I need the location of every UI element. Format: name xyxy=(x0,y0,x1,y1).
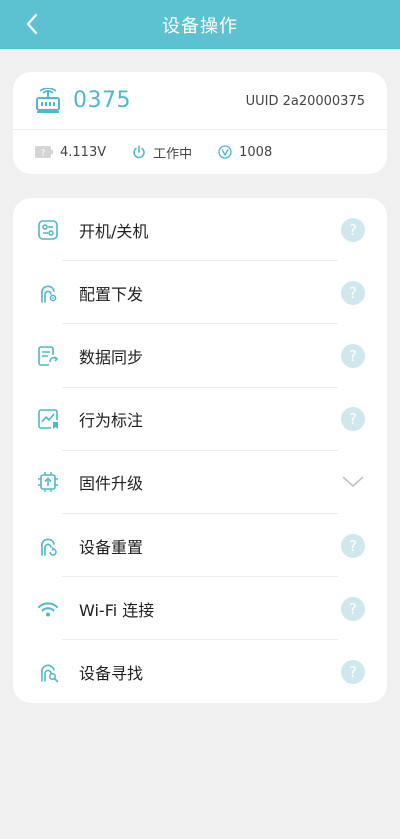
device-stats: ? 4.113V 工作中 1008 xyxy=(13,130,387,174)
menu-item-label: 开机/关机 xyxy=(79,221,149,241)
operations-menu: 开机/关机 ? 配置下发 ? 数据同步 ? 行为标注 ? 固件升级 设备重置 ?… xyxy=(13,198,387,703)
help-icon[interactable]: ? xyxy=(341,217,365,242)
help-icon[interactable]: ? xyxy=(341,343,365,368)
help-icon[interactable]: ? xyxy=(341,407,365,432)
device-reset-icon xyxy=(41,538,57,556)
app-header: 设备操作 xyxy=(0,0,400,49)
menu-item-behavior[interactable]: 行为标注 ? xyxy=(13,388,387,451)
help-icon[interactable]: ? xyxy=(341,659,365,684)
menu-item-label: 设备重置 xyxy=(79,537,144,557)
data-sync-icon xyxy=(38,346,59,366)
menu-item-sync[interactable]: 数据同步 ? xyxy=(13,324,387,388)
battery-voltage: 4.113V xyxy=(60,144,107,160)
menu-item-firmware[interactable]: 固件升级 xyxy=(13,451,387,514)
version-icon xyxy=(218,145,232,159)
menu-item-reset[interactable]: 设备重置 ? xyxy=(13,514,387,578)
chevron-left-icon xyxy=(26,13,38,35)
help-icon[interactable]: ? xyxy=(341,280,365,305)
menu-item-config[interactable]: 配置下发 ? xyxy=(13,261,387,325)
device-uuid: UUID 2a20000375 xyxy=(245,94,365,109)
menu-item-label: 设备寻找 xyxy=(79,663,144,683)
device-summary: 0375 UUID 2a20000375 xyxy=(13,72,387,130)
behavior-label-icon xyxy=(38,409,58,430)
power-icon xyxy=(133,145,145,159)
menu-item-find[interactable]: 设备寻找 ? xyxy=(13,640,387,703)
svg-text:?: ? xyxy=(41,149,46,158)
menu-item-label: Wi-Fi 连接 xyxy=(79,600,155,620)
menu-item-wifi[interactable]: Wi-Fi 连接 ? xyxy=(13,577,387,641)
menu-item-label: 固件升级 xyxy=(79,474,144,494)
menu-item-label: 数据同步 xyxy=(79,347,144,367)
wifi-icon xyxy=(38,602,58,617)
firmware-version: 1008 xyxy=(239,144,273,160)
version-stat: 1008 xyxy=(218,145,272,160)
menu-item-label: 配置下发 xyxy=(79,284,144,304)
menu-item-power[interactable]: 开机/关机 ? xyxy=(13,198,387,262)
help-icon[interactable]: ? xyxy=(341,533,365,558)
chevron-down-icon[interactable] xyxy=(341,475,365,489)
power-status: 工作中 xyxy=(153,146,193,162)
device-id: 0375 xyxy=(73,88,131,113)
menu-item-label: 行为标注 xyxy=(79,411,144,431)
battery-icon: ? xyxy=(35,146,53,158)
page-title: 设备操作 xyxy=(162,15,238,37)
back-button[interactable] xyxy=(18,10,46,38)
power-toggle-icon xyxy=(38,219,58,240)
router-icon xyxy=(36,88,60,113)
firmware-chip-icon xyxy=(38,472,58,493)
config-dispatch-icon xyxy=(41,285,57,303)
device-info-card: 0375 UUID 2a20000375 ? 4.113V 工作中 1008 xyxy=(13,72,387,174)
power-status-stat: 工作中 xyxy=(132,143,192,162)
help-icon[interactable]: ? xyxy=(341,596,365,621)
device-find-icon xyxy=(41,664,59,683)
battery-stat: ? 4.113V xyxy=(35,145,106,160)
